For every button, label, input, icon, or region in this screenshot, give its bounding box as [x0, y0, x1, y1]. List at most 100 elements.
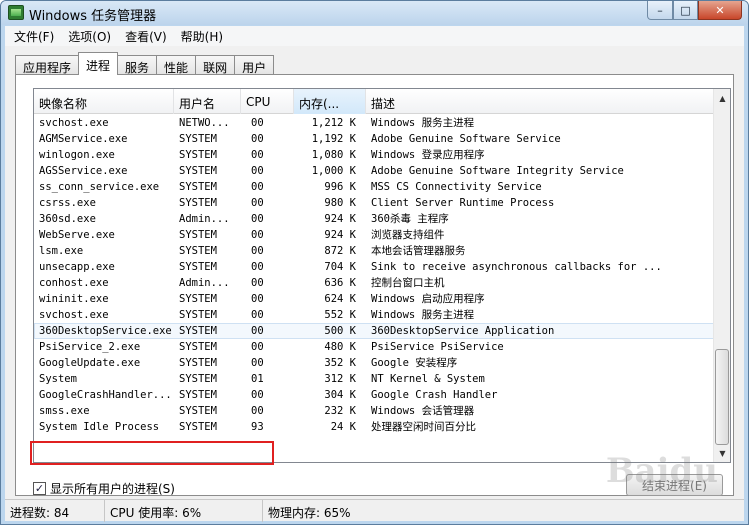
process-cpu: 00 — [251, 261, 264, 273]
process-row[interactable]: AGMService.exe SYSTEM 00 1,192 K Adobe Genui… — [34, 131, 714, 147]
column-memory[interactable]: 内存(... — [294, 89, 366, 114]
menu-options[interactable]: 选项(O) — [59, 26, 116, 46]
process-user-name: SYSTEM — [179, 341, 217, 353]
process-row[interactable]: 360DesktopService.exe SYSTEM 00 500 K 360Des… — [34, 323, 714, 339]
process-memory: 352 K — [324, 357, 356, 369]
process-row[interactable]: wininit.exe SYSTEM 00 624 K Windows 启动应用程序 — [34, 291, 714, 307]
end-process-button[interactable]: 结束进程(E) — [626, 474, 723, 496]
process-row[interactable]: unsecapp.exe SYSTEM 00 704 K Sink to receive… — [34, 259, 714, 275]
process-image-name: lsm.exe — [39, 245, 84, 257]
process-memory: 924 K — [324, 213, 356, 225]
title-bar[interactable]: Windows 任务管理器 – □ ✕ — [1, 1, 748, 25]
menu-bar: 文件(F) 选项(O) 查看(V) 帮助(H) — [5, 26, 744, 46]
process-image-name: conhost.exe — [39, 277, 109, 289]
process-description: 控制台窗口主机 — [371, 277, 445, 289]
list-header: 映像名称 用户名 CPU 内存(... 描述 — [34, 89, 714, 114]
tab-applications[interactable]: 应用程序 — [15, 55, 80, 75]
minimize-button[interactable]: – — [647, 1, 673, 20]
process-row[interactable]: svchost.exe SYSTEM 00 552 K Windows 服务主进程 — [34, 307, 714, 323]
maximize-button[interactable]: □ — [673, 1, 698, 20]
process-row[interactable]: AGSService.exe SYSTEM 00 1,000 K Adobe Genui… — [34, 163, 714, 179]
process-image-name: WebServe.exe — [39, 229, 115, 241]
process-cpu: 00 — [251, 117, 264, 129]
process-row[interactable]: svchost.exe NETWO... 00 1,212 K Windows 服务主进… — [34, 115, 714, 131]
process-description: 浏览器支持组件 — [371, 229, 445, 241]
show-all-users-checkbox[interactable]: ✓ — [33, 482, 46, 495]
process-user-name: SYSTEM — [179, 229, 217, 241]
tab-users[interactable]: 用户 — [234, 55, 275, 75]
process-user-name: SYSTEM — [179, 133, 217, 145]
process-cpu: 00 — [251, 245, 264, 257]
process-user-name: SYSTEM — [179, 421, 217, 433]
show-all-users-option[interactable]: ✓ 显示所有用户的进程(S) — [33, 480, 175, 497]
process-rows: svchost.exe NETWO... 00 1,212 K Windows 服务主进… — [34, 115, 714, 435]
process-memory: 480 K — [324, 341, 356, 353]
process-user-name: Admin... — [179, 277, 230, 289]
process-cpu: 00 — [251, 293, 264, 305]
status-bar: 进程数: 84 CPU 使用率: 6% 物理内存: 65% — [5, 499, 744, 522]
column-cpu[interactable]: CPU — [241, 89, 294, 114]
process-description: Windows 服务主进程 — [371, 309, 475, 321]
menu-help[interactable]: 帮助(H) — [172, 26, 228, 46]
process-cpu: 00 — [251, 341, 264, 353]
process-row[interactable]: GoogleUpdate.exe SYSTEM 00 352 K Google 安装程序 — [34, 355, 714, 371]
process-user-name: SYSTEM — [179, 373, 217, 385]
vertical-scrollbar[interactable]: ▲ ▼ — [713, 89, 730, 462]
column-user-name[interactable]: 用户名 — [174, 89, 241, 114]
process-description: 360DesktopService Application — [371, 325, 555, 337]
process-memory: 996 K — [324, 181, 356, 193]
process-row[interactable]: smss.exe SYSTEM 00 232 K Windows 会话管理器 — [34, 403, 714, 419]
menu-view[interactable]: 查看(V) — [116, 26, 172, 46]
process-row[interactable]: System Idle Process SYSTEM 93 24 K 处理器空闲时间百分… — [34, 419, 714, 435]
process-image-name: System — [39, 373, 77, 385]
process-cpu: 00 — [251, 181, 264, 193]
column-image-name[interactable]: 映像名称 — [34, 89, 174, 114]
process-user-name: SYSTEM — [179, 405, 217, 417]
process-description: Windows 会话管理器 — [371, 405, 475, 417]
process-cpu: 00 — [251, 277, 264, 289]
process-row[interactable]: PsiService_2.exe SYSTEM 00 480 K PsiService … — [34, 339, 714, 355]
process-row[interactable]: winlogon.exe SYSTEM 00 1,080 K Windows 登录应用程… — [34, 147, 714, 163]
process-memory: 624 K — [324, 293, 356, 305]
process-image-name: AGSService.exe — [39, 165, 128, 177]
process-user-name: SYSTEM — [179, 389, 217, 401]
process-row[interactable]: ss_conn_service.exe SYSTEM 00 996 K MSS CS C… — [34, 179, 714, 195]
scrollbar-thumb[interactable] — [715, 349, 729, 445]
process-row[interactable]: WebServe.exe SYSTEM 00 924 K 浏览器支持组件 — [34, 227, 714, 243]
process-row[interactable]: System SYSTEM 01 312 K NT Kernel & System — [34, 371, 714, 387]
process-description: Windows 登录应用程序 — [371, 149, 485, 161]
process-row[interactable]: 360sd.exe Admin... 00 924 K 360杀毒 主程序 — [34, 211, 714, 227]
process-cpu: 00 — [251, 309, 264, 321]
process-row[interactable]: lsm.exe SYSTEM 00 872 K 本地会话管理器服务 — [34, 243, 714, 259]
process-description: MSS CS Connectivity Service — [371, 181, 542, 193]
process-cpu: 00 — [251, 229, 264, 241]
process-user-name: SYSTEM — [179, 181, 217, 193]
process-description: 360杀毒 主程序 — [371, 213, 449, 225]
process-row[interactable]: GoogleCrashHandler... SYSTEM 00 304 K Google… — [34, 387, 714, 403]
process-description: Google 安装程序 — [371, 357, 458, 369]
column-description[interactable]: 描述 — [366, 89, 714, 114]
process-description: Client Server Runtime Process — [371, 197, 555, 209]
process-memory: 980 K — [324, 197, 356, 209]
process-description: Sink to receive asynchronous callbacks f… — [371, 261, 662, 273]
process-description: PsiService PsiService — [371, 341, 504, 353]
process-user-name: SYSTEM — [179, 357, 217, 369]
menu-file[interactable]: 文件(F) — [5, 26, 59, 46]
process-cpu: 00 — [251, 165, 264, 177]
process-row[interactable]: csrss.exe SYSTEM 00 980 K Client Server Runt… — [34, 195, 714, 211]
process-cpu: 00 — [251, 357, 264, 369]
scroll-down-icon[interactable]: ▼ — [715, 445, 730, 461]
close-button[interactable]: ✕ — [698, 1, 742, 20]
process-user-name: SYSTEM — [179, 325, 217, 337]
tab-networking[interactable]: 联网 — [195, 55, 236, 75]
process-memory: 1,080 K — [311, 149, 356, 161]
process-image-name: GoogleUpdate.exe — [39, 357, 141, 369]
tab-strip: 应用程序 进程 服务 性能 联网 用户 — [15, 52, 275, 75]
tab-services[interactable]: 服务 — [117, 55, 158, 75]
processes-panel: 映像名称 用户名 CPU 内存(... 描述 svchost.exe NETWO.… — [15, 74, 734, 496]
process-cpu: 00 — [251, 197, 264, 209]
scroll-up-icon[interactable]: ▲ — [715, 90, 730, 106]
tab-performance[interactable]: 性能 — [156, 55, 197, 75]
tab-processes[interactable]: 进程 — [78, 52, 119, 75]
process-row[interactable]: conhost.exe Admin... 00 636 K 控制台窗口主机 — [34, 275, 714, 291]
